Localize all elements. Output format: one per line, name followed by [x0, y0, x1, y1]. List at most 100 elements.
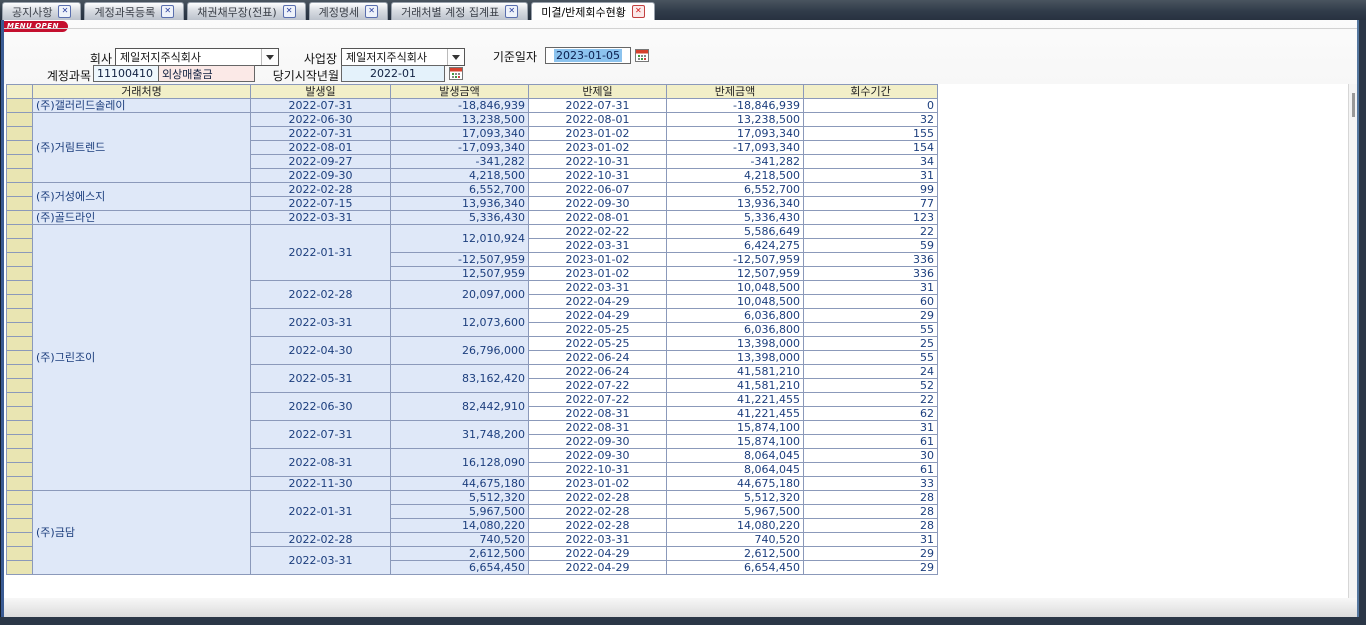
- tab-close-icon[interactable]: ✕: [58, 5, 71, 18]
- cell-issue-date[interactable]: 2022-01-31: [251, 225, 391, 281]
- cell-settle-amount[interactable]: 5,586,649: [667, 225, 804, 239]
- cell-issue-date[interactable]: 2022-07-15: [251, 197, 391, 211]
- cell-issue-amount[interactable]: 740,520: [391, 533, 529, 547]
- cell-issue-amount[interactable]: 4,218,500: [391, 169, 529, 183]
- cell-customer-name[interactable]: (주)골드라인: [33, 211, 251, 225]
- cell-settle-amount[interactable]: 41,581,210: [667, 379, 804, 393]
- cell-settle-date[interactable]: 2022-07-22: [529, 393, 667, 407]
- row-selector[interactable]: [7, 267, 33, 281]
- row-selector[interactable]: [7, 309, 33, 323]
- row-selector[interactable]: [7, 449, 33, 463]
- cell-issue-date[interactable]: 2022-08-01: [251, 141, 391, 155]
- row-selector[interactable]: [7, 561, 33, 575]
- cell-collection-period[interactable]: 154: [804, 141, 938, 155]
- row-selector[interactable]: [7, 211, 33, 225]
- calendar-icon[interactable]: [635, 48, 649, 62]
- cell-issue-amount[interactable]: 26,796,000: [391, 337, 529, 365]
- cell-collection-period[interactable]: 123: [804, 211, 938, 225]
- cell-issue-amount[interactable]: -17,093,340: [391, 141, 529, 155]
- cell-settle-date[interactable]: 2022-05-25: [529, 323, 667, 337]
- cell-collection-period[interactable]: 55: [804, 351, 938, 365]
- tab-6[interactable]: 미결/반제회수현황✕: [531, 2, 655, 20]
- cell-settle-amount[interactable]: 8,064,045: [667, 463, 804, 477]
- cell-customer-name[interactable]: (주)금담: [33, 491, 251, 575]
- cell-settle-amount[interactable]: 6,424,275: [667, 239, 804, 253]
- cell-issue-date[interactable]: 2022-07-31: [251, 127, 391, 141]
- cell-issue-date[interactable]: 2022-03-31: [251, 309, 391, 337]
- cell-settle-date[interactable]: 2022-06-24: [529, 351, 667, 365]
- cell-collection-period[interactable]: 60: [804, 295, 938, 309]
- cell-customer-name[interactable]: (주)갤러리드솔레이: [33, 99, 251, 113]
- cell-issue-date[interactable]: 2022-06-30: [251, 393, 391, 421]
- cell-collection-period[interactable]: 62: [804, 407, 938, 421]
- cell-issue-amount[interactable]: 17,093,340: [391, 127, 529, 141]
- cell-settle-date[interactable]: 2022-04-29: [529, 295, 667, 309]
- row-selector[interactable]: [7, 379, 33, 393]
- cell-settle-amount[interactable]: 44,675,180: [667, 477, 804, 491]
- cell-issue-amount[interactable]: 5,967,500: [391, 505, 529, 519]
- cell-settle-amount[interactable]: 13,398,000: [667, 337, 804, 351]
- row-selector[interactable]: [7, 281, 33, 295]
- cell-collection-period[interactable]: 55: [804, 323, 938, 337]
- cell-settle-date[interactable]: 2022-04-29: [529, 547, 667, 561]
- cell-customer-name[interactable]: (주)그린조이: [33, 225, 251, 491]
- account-name-input[interactable]: [158, 65, 255, 82]
- tab-close-icon[interactable]: ✕: [161, 5, 174, 18]
- cell-collection-period[interactable]: 33: [804, 477, 938, 491]
- row-selector[interactable]: [7, 323, 33, 337]
- cell-collection-period[interactable]: 28: [804, 505, 938, 519]
- cell-collection-period[interactable]: 336: [804, 253, 938, 267]
- cell-settle-amount[interactable]: 12,507,959: [667, 267, 804, 281]
- row-selector[interactable]: [7, 239, 33, 253]
- cell-issue-amount[interactable]: 5,336,430: [391, 211, 529, 225]
- scrollbar-thumb[interactable]: [1352, 93, 1355, 117]
- row-selector[interactable]: [7, 169, 33, 183]
- cell-collection-period[interactable]: 59: [804, 239, 938, 253]
- cell-settle-date[interactable]: 2022-10-31: [529, 155, 667, 169]
- cell-issue-date[interactable]: 2022-03-31: [251, 547, 391, 575]
- vertical-scrollbar[interactable]: [1348, 84, 1357, 598]
- cell-settle-amount[interactable]: 13,398,000: [667, 351, 804, 365]
- cell-settle-date[interactable]: 2022-09-30: [529, 435, 667, 449]
- cell-settle-date[interactable]: 2022-02-22: [529, 225, 667, 239]
- row-selector[interactable]: [7, 421, 33, 435]
- cell-settle-amount[interactable]: 14,080,220: [667, 519, 804, 533]
- cell-collection-period[interactable]: 29: [804, 561, 938, 575]
- cell-issue-amount[interactable]: 16,128,090: [391, 449, 529, 477]
- cell-settle-amount[interactable]: 10,048,500: [667, 295, 804, 309]
- cell-issue-date[interactable]: 2022-03-31: [251, 211, 391, 225]
- cell-settle-amount[interactable]: 6,654,450: [667, 561, 804, 575]
- cell-settle-date[interactable]: 2022-02-28: [529, 491, 667, 505]
- cell-issue-amount[interactable]: 31,748,200: [391, 421, 529, 449]
- tab-close-icon[interactable]: ✕: [505, 5, 518, 18]
- period-start-input[interactable]: [341, 65, 445, 82]
- row-selector[interactable]: [7, 547, 33, 561]
- cell-issue-date[interactable]: 2022-06-30: [251, 113, 391, 127]
- cell-settle-date[interactable]: 2022-02-28: [529, 519, 667, 533]
- cell-issue-date[interactable]: 2022-02-28: [251, 183, 391, 197]
- cell-settle-amount[interactable]: -12,507,959: [667, 253, 804, 267]
- tab-4[interactable]: 계정명세✕: [309, 2, 388, 20]
- cell-settle-date[interactable]: 2023-01-02: [529, 253, 667, 267]
- cell-settle-amount[interactable]: 5,336,430: [667, 211, 804, 225]
- company-select[interactable]: 제일저지주식회사: [115, 48, 279, 66]
- cell-settle-amount[interactable]: -17,093,340: [667, 141, 804, 155]
- cell-issue-date[interactable]: 2022-09-30: [251, 169, 391, 183]
- cell-issue-amount[interactable]: 13,238,500: [391, 113, 529, 127]
- cell-collection-period[interactable]: 28: [804, 491, 938, 505]
- cell-settle-date[interactable]: 2022-08-01: [529, 113, 667, 127]
- cell-issue-amount[interactable]: 20,097,000: [391, 281, 529, 309]
- cell-issue-amount[interactable]: -341,282: [391, 155, 529, 169]
- row-selector[interactable]: [7, 519, 33, 533]
- cell-issue-amount[interactable]: 82,442,910: [391, 393, 529, 421]
- cell-settle-date[interactable]: 2022-05-25: [529, 337, 667, 351]
- cell-issue-date[interactable]: 2022-07-31: [251, 99, 391, 113]
- cell-settle-amount[interactable]: 17,093,340: [667, 127, 804, 141]
- tab-1[interactable]: 공지사항✕: [2, 2, 81, 20]
- row-selector[interactable]: [7, 491, 33, 505]
- cell-issue-date[interactable]: 2022-01-31: [251, 491, 391, 533]
- row-selector[interactable]: [7, 127, 33, 141]
- cell-settle-date[interactable]: 2022-03-31: [529, 281, 667, 295]
- cell-collection-period[interactable]: 31: [804, 281, 938, 295]
- cell-settle-amount[interactable]: 41,581,210: [667, 365, 804, 379]
